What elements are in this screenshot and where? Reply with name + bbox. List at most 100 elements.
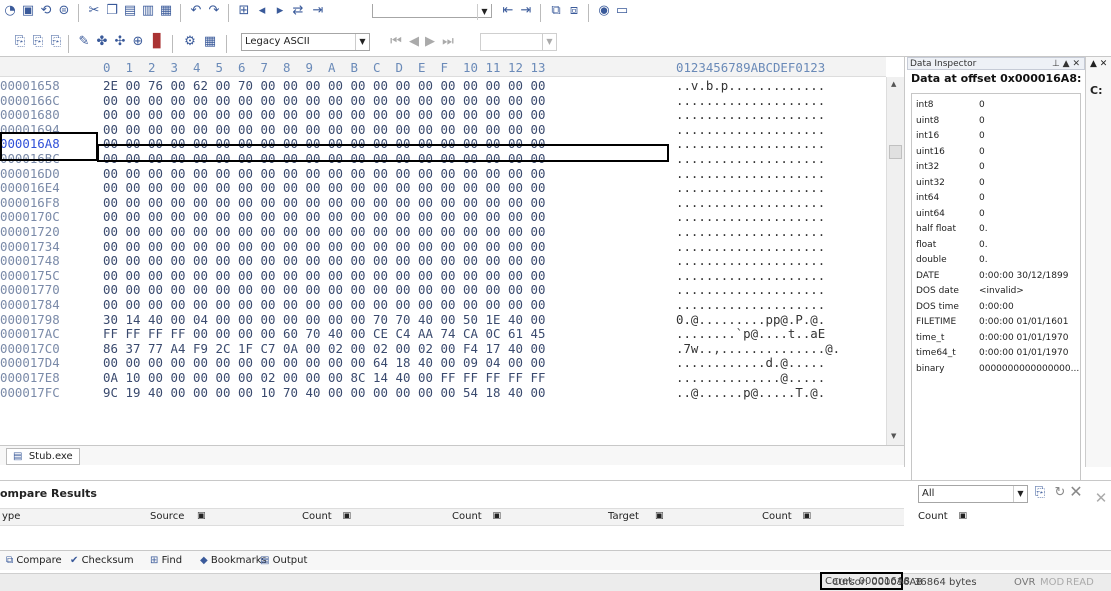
hex-byte[interactable]: 00 — [508, 93, 523, 108]
hex-byte[interactable]: 00 — [531, 166, 546, 181]
hex-byte[interactable]: 00 — [193, 210, 208, 224]
hex-byte[interactable]: 00 — [216, 195, 231, 210]
hex-byte[interactable]: 00 — [508, 122, 523, 137]
hex-byte[interactable]: 00 — [441, 356, 456, 370]
hex-byte[interactable]: 00 — [148, 195, 163, 210]
row-ascii[interactable]: .................... — [676, 93, 825, 108]
delete-icon[interactable]: ▦ — [158, 3, 174, 19]
hex-byte[interactable]: 00 — [306, 312, 321, 327]
hex-byte[interactable]: 00 — [216, 283, 231, 297]
hex-byte[interactable]: 00 — [193, 283, 208, 297]
hex-byte[interactable]: 00 — [351, 93, 366, 108]
hex-byte[interactable]: 02 — [261, 371, 276, 385]
inspector-field-value[interactable]: 0. — [979, 238, 988, 252]
paste-special-icon[interactable]: ▥ — [140, 3, 156, 19]
bottom-tab-checksum[interactable]: ✔ Checksum — [70, 554, 134, 569]
hex-byte[interactable]: 00 — [486, 166, 501, 181]
hex-byte[interactable]: 00 — [328, 122, 343, 137]
hex-byte[interactable]: 00 — [238, 327, 253, 341]
hex-byte[interactable]: 00 — [486, 254, 501, 268]
hex-byte[interactable]: 00 — [283, 210, 298, 224]
hex-row[interactable]: 0000175C 00 00 00 00 00 00 00 00 00 00 00 00 00 00 00 00… — [0, 268, 886, 283]
hex-byte[interactable]: 00 — [126, 79, 141, 93]
hex-byte[interactable]: 00 — [441, 239, 456, 254]
hex-byte[interactable]: 00 — [306, 108, 321, 122]
hex-byte[interactable]: 00 — [328, 298, 343, 312]
hex-byte[interactable]: 00 — [531, 122, 546, 137]
hex-row[interactable]: 000017AC FF FF FF FF 00 00 00 00 60 70 40 00 CE C4 AA 74… — [0, 327, 886, 341]
hex-byte[interactable]: 00 — [463, 210, 478, 224]
hex-byte[interactable]: 00 — [486, 79, 501, 93]
hex-byte[interactable]: 00 — [441, 108, 456, 122]
hex-byte[interactable]: 00 — [126, 356, 141, 370]
hex-byte[interactable]: 00 — [193, 108, 208, 122]
hex-row[interactable]: 000017D4 00 00 00 00 00 00 00 00 00 00 00 00 64 18 40 00… — [0, 356, 886, 370]
hex-byte[interactable]: 00 — [103, 122, 118, 137]
hex-byte[interactable]: 60 — [283, 327, 298, 341]
hex-byte[interactable]: 54 — [463, 385, 478, 400]
hex-byte[interactable]: 00 — [396, 283, 411, 297]
hex-row[interactable]: 000017C0 86 37 77 A4 F9 2C 1F C7 0A 00 02 00 02 00 02 00… — [0, 341, 886, 356]
hex-byte[interactable]: 00 — [531, 93, 546, 108]
hex-row[interactable]: 00001784 00 00 00 00 00 00 00 00 00 00 00 00 00 00 00 00… — [0, 298, 886, 312]
row-ascii[interactable]: ..............@..... — [676, 371, 825, 385]
scroll-down-icon[interactable]: ▼ — [891, 432, 896, 440]
hex-byte[interactable]: 00 — [531, 356, 546, 370]
hex-byte[interactable]: 77 — [148, 341, 163, 356]
inspector-field-value[interactable]: 0:00:00 — [979, 300, 1014, 314]
hex-byte[interactable]: 00 — [351, 225, 366, 239]
vertical-scrollbar[interactable]: ▲ ▼ — [886, 77, 904, 445]
hex-byte[interactable]: 00 — [216, 108, 231, 122]
hex-byte[interactable]: 00 — [531, 254, 546, 268]
hex-byte[interactable]: 9C — [103, 385, 118, 400]
hex-byte[interactable]: 00 — [463, 122, 478, 137]
hex-byte[interactable]: 1E — [486, 312, 501, 327]
hex-byte[interactable]: 00 — [396, 108, 411, 122]
hex-byte[interactable]: 00 — [216, 254, 231, 268]
hex-byte[interactable]: 30 — [103, 312, 118, 327]
inspector-controls[interactable]: ⊥ ▲ ✕ — [1052, 58, 1080, 71]
hex-byte[interactable]: 00 — [261, 268, 276, 283]
hex-byte[interactable]: 00 — [486, 210, 501, 224]
hex-byte[interactable]: 00 — [148, 239, 163, 254]
hex-byte[interactable]: 00 — [418, 93, 433, 108]
hex-byte[interactable]: CA — [463, 327, 478, 341]
hex-row[interactable]: 00001798 30 14 40 00 04 00 00 00 00 00 00 00 70 70 40 00… — [0, 312, 886, 327]
hex-byte[interactable]: 40 — [508, 312, 523, 327]
hex-byte[interactable]: 00 — [508, 239, 523, 254]
hex-byte[interactable]: CE — [373, 327, 388, 341]
scroll-up-icon[interactable]: ▲ — [891, 80, 896, 88]
hex-byte[interactable]: 76 — [148, 79, 163, 93]
hex-byte[interactable]: FF — [508, 371, 523, 385]
hex-byte[interactable]: 00 — [283, 298, 298, 312]
hex-byte[interactable]: 00 — [418, 181, 433, 195]
hex-byte[interactable]: 00 — [238, 254, 253, 268]
hex-byte[interactable]: 00 — [508, 268, 523, 283]
hex-byte[interactable]: 00 — [306, 210, 321, 224]
hex-byte[interactable]: 00 — [351, 312, 366, 327]
hex-byte[interactable]: 00 — [418, 210, 433, 224]
hex-byte[interactable]: 00 — [216, 122, 231, 137]
hex-byte[interactable]: 00 — [531, 283, 546, 297]
hex-byte[interactable]: 00 — [328, 268, 343, 283]
hex-byte[interactable]: 00 — [351, 341, 366, 356]
hex-byte[interactable]: 00 — [441, 341, 456, 356]
row-ascii[interactable]: .................... — [676, 254, 825, 268]
copy-results-icon[interactable]: ⎘ — [1032, 485, 1048, 501]
hex-byte[interactable]: 00 — [328, 93, 343, 108]
hex-byte[interactable]: 00 — [508, 210, 523, 224]
hex-byte[interactable]: 00 — [328, 239, 343, 254]
row-ascii[interactable]: .................... — [676, 122, 825, 137]
hex-byte[interactable]: 00 — [486, 239, 501, 254]
hex-byte[interactable]: 40 — [508, 385, 523, 400]
hex-byte[interactable]: 00 — [441, 181, 456, 195]
hex-byte[interactable]: 00 — [103, 254, 118, 268]
hex-byte[interactable]: 00 — [306, 239, 321, 254]
hex-byte[interactable]: 00 — [171, 166, 186, 181]
hex-byte[interactable]: 00 — [486, 93, 501, 108]
hex-byte[interactable]: 00 — [463, 283, 478, 297]
hex-row[interactable]: 00001770 00 00 00 00 00 00 00 00 00 00 00 00 00 00 00 00… — [0, 283, 886, 297]
hex-byte[interactable]: 17 — [486, 341, 501, 356]
hex-byte[interactable]: 00 — [171, 385, 186, 400]
hex-byte[interactable]: 00 — [216, 79, 231, 93]
